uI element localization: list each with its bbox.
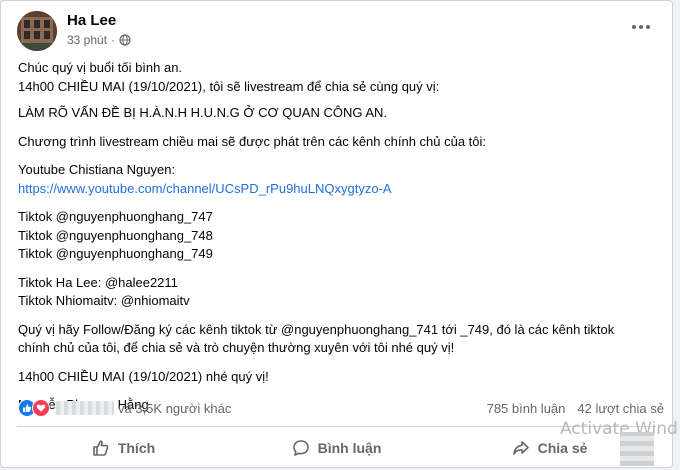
- post-line: Tiktok @nguyenphuonghang_748: [18, 227, 213, 243]
- post-header: Ha Lee 33 phút ·: [17, 9, 657, 53]
- comment-label: Bình luận: [317, 440, 382, 456]
- post-line: LÀM RÕ VẤN ĐỀ BỊ H.À.N.H H.U.N.G Ở CƠ QU…: [18, 105, 388, 120]
- post-meta: 33 phút ·: [67, 33, 131, 47]
- globe-icon: [119, 34, 131, 46]
- love-reaction-icon: [32, 399, 50, 417]
- avatar-image: [17, 11, 57, 51]
- like-label: Thích: [117, 440, 156, 456]
- comment-icon: [292, 440, 309, 456]
- thumbs-up-icon: [93, 440, 109, 456]
- post-card: Ha Lee 33 phút · Chúc quý vị buổi tối bì…: [0, 0, 673, 468]
- post-line: 14h00 CHIỀU MAI (19/10/2021) nhé quý vị!: [18, 368, 269, 384]
- youtube-channel-link[interactable]: https://www.youtube.com/channel/UCsPD_rP…: [18, 181, 392, 196]
- post-line: Chương trình livestream chiều mai sẽ đượ…: [18, 133, 487, 149]
- blurred-reactor-name: [56, 401, 114, 415]
- post-line: 14h00 CHIỀU MAI (19/10/2021), tôi sẽ liv…: [18, 78, 440, 94]
- post-time[interactable]: 33 phút: [67, 33, 107, 47]
- blurred-commenter-avatar: [620, 432, 654, 466]
- avatar[interactable]: [17, 11, 57, 51]
- dot-icon: [632, 25, 636, 29]
- share-label: Chia sẻ: [537, 440, 588, 456]
- post-content: Chúc quý vị buổi tối bình an. 14h00 CHIỀ…: [18, 59, 658, 415]
- windows-activation-watermark: Activate Wind: [560, 419, 678, 439]
- reactions-others-text: và 3,5K người khác: [118, 400, 232, 416]
- comments-count-link[interactable]: 785 bình luận: [487, 401, 566, 416]
- post-line: Quý vị hãy Follow/Đăng ký các kênh tikto…: [18, 321, 615, 337]
- post-line: Tiktok @nguyenphuonghang_749: [18, 246, 213, 261]
- author-name[interactable]: Ha Lee: [67, 12, 116, 29]
- more-options-button[interactable]: [625, 11, 657, 43]
- comment-button[interactable]: Bình luận: [230, 430, 443, 466]
- dot-icon: [646, 25, 650, 29]
- shares-count-link[interactable]: 42 lượt chia sẻ: [577, 401, 664, 416]
- post-line: Chúc quý vị buổi tối bình an.: [18, 60, 183, 75]
- post-line: Tiktok Nhiomaitv: @nhiomaitv: [18, 293, 190, 308]
- post-line: Youtube Chistiana Nguyen:: [18, 162, 176, 177]
- share-arrow-icon: [512, 441, 529, 455]
- post-line: chính chủ của tôi, để chia sẻ và trò chu…: [18, 340, 455, 355]
- dot-icon: [639, 25, 643, 29]
- post-line: Tiktok @nguyenphuonghang_747: [18, 209, 213, 224]
- like-button[interactable]: Thích: [17, 430, 230, 466]
- post-line: Tiktok Ha Lee: @halee2211: [18, 274, 178, 290]
- reaction-summary[interactable]: và 3,5K người khác: [18, 398, 231, 418]
- engagement-counts: 785 bình luận 42 lượt chia sẻ: [487, 398, 664, 418]
